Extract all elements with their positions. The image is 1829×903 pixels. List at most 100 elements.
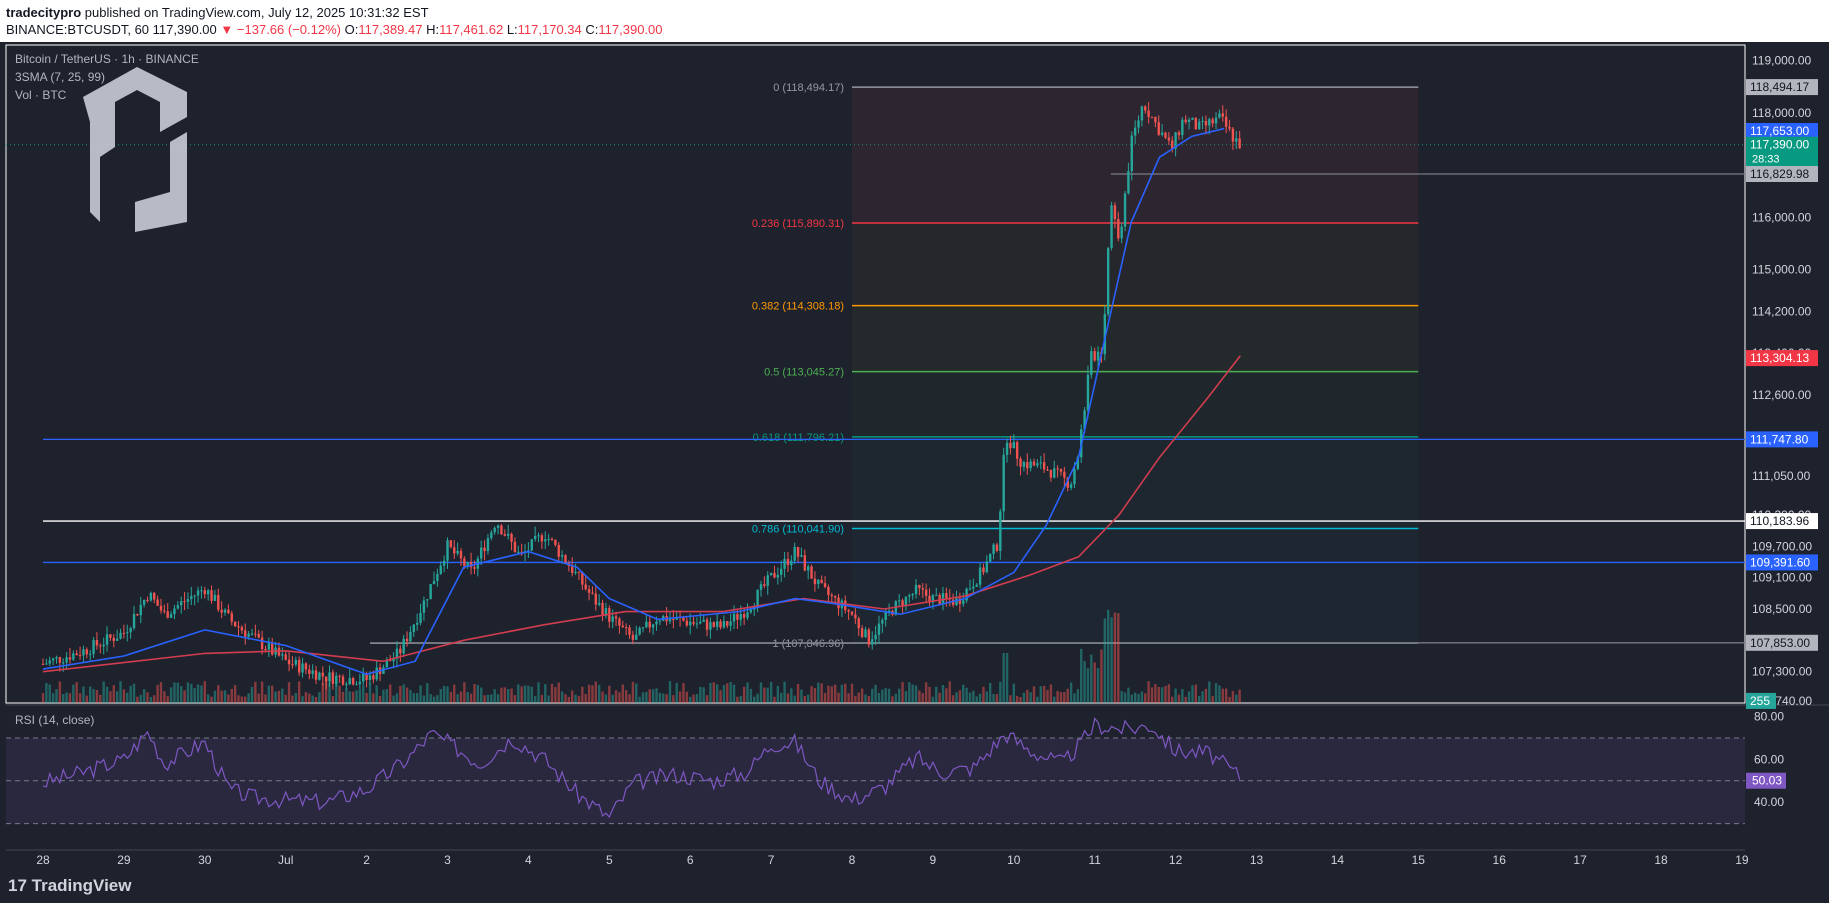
tv-logo-mark: 17: [8, 876, 32, 895]
volume-bar: [271, 685, 274, 703]
volume-bar: [1063, 692, 1066, 703]
candle-body: [206, 590, 210, 595]
chart-canvas[interactable]: 0 (118,494.17) 0.236 (115,890.31) 0.382 (1…: [0, 0, 1829, 870]
volume-bar: [533, 696, 537, 703]
volume-bar: [1029, 692, 1032, 703]
price-tick-label: 114,200.00: [1752, 304, 1811, 318]
time-tick-label: 30: [198, 853, 212, 867]
volume-bar: [156, 684, 159, 703]
volume-bar: [351, 691, 355, 703]
volume-bar: [409, 689, 412, 703]
candle-body: [318, 672, 321, 680]
volume-bar: [473, 683, 476, 703]
candle-body: [1150, 116, 1154, 118]
candle-body: [1144, 106, 1147, 111]
volume-bar: [810, 686, 813, 703]
candle-body: [638, 628, 641, 635]
candle-body: [220, 609, 223, 613]
candle-body: [1133, 127, 1137, 136]
candle-body: [1093, 351, 1096, 361]
volume-bar: [237, 695, 240, 703]
volume-bar: [935, 686, 938, 703]
volume-bar: [887, 688, 891, 703]
volume-bar: [264, 694, 267, 703]
candle-body: [210, 590, 213, 601]
volume-bar: [419, 685, 422, 703]
fib-zone: [852, 436, 1419, 529]
candle-body: [1238, 138, 1241, 149]
time-tick-label: 17: [1573, 853, 1587, 867]
volume-bar: [274, 691, 277, 703]
volume-bar: [112, 685, 115, 703]
candle-body: [648, 621, 651, 628]
candle-body: [1201, 120, 1204, 122]
volume-bar: [537, 682, 540, 703]
candle-body: [436, 573, 439, 582]
volume-bar: [1144, 693, 1147, 703]
volume-bar: [962, 684, 965, 703]
candle-body: [989, 553, 992, 562]
volume-bar: [399, 685, 402, 703]
volume-bar: [466, 691, 469, 703]
candle-body: [1184, 119, 1187, 123]
candle-body: [297, 659, 301, 673]
volume-bar: [1211, 695, 1214, 703]
tradingview-logo[interactable]: 17 TradingView: [8, 876, 131, 896]
candle-body: [1019, 458, 1022, 467]
candle-body: [1059, 468, 1063, 472]
candle-body: [908, 595, 911, 597]
volume-bar: [938, 692, 941, 703]
volume-bar: [951, 695, 955, 703]
volume-bar: [1026, 689, 1029, 703]
candle-body: [857, 618, 860, 629]
candle-body: [183, 601, 186, 603]
candle-body: [850, 611, 854, 615]
candle-body: [1012, 442, 1015, 449]
legend-volume[interactable]: Vol · BTC: [15, 88, 66, 102]
volume-bar: [877, 693, 881, 703]
volume-bar: [854, 695, 857, 703]
volume-bar: [267, 685, 271, 703]
volume-bar: [392, 695, 395, 703]
fib-zone: [852, 371, 1419, 437]
candle-body: [153, 592, 156, 600]
volume-bar: [719, 690, 722, 703]
volume-bar: [540, 694, 544, 703]
candle-body: [453, 547, 456, 554]
volume-bar: [291, 695, 294, 703]
volume-bar: [766, 687, 769, 703]
time-tick-label: 11: [1088, 853, 1101, 867]
candle-body: [817, 579, 820, 585]
volume-bar: [608, 685, 611, 703]
candle-body: [260, 637, 264, 650]
candle-body: [439, 565, 442, 574]
candle-body: [584, 584, 587, 590]
volume-bar: [146, 692, 149, 703]
volume-bar: [793, 695, 796, 703]
price-tick-label: 119,000.00: [1752, 54, 1811, 68]
volume-bar: [833, 684, 837, 703]
candle-body: [169, 614, 173, 618]
candle-body: [102, 644, 105, 647]
volume-bar: [1012, 683, 1015, 703]
candle-body: [58, 657, 62, 663]
volume-bar: [193, 688, 196, 703]
candle-body: [854, 614, 857, 619]
price-tick-label: 107,300.00: [1752, 665, 1812, 679]
candle-body: [62, 662, 65, 664]
rsi-title[interactable]: RSI (14, close): [15, 713, 94, 727]
publisher-logo: [83, 67, 187, 232]
candle-body: [223, 609, 227, 613]
candle-body: [628, 627, 631, 635]
fib-level-label: 1 (107,846.96): [772, 638, 844, 650]
candle-body: [139, 604, 142, 616]
volume-bar: [672, 695, 675, 703]
volume-bar: [58, 681, 62, 703]
candle-body: [510, 533, 513, 542]
time-tick-label: 18: [1654, 853, 1668, 867]
volume-bar: [1137, 693, 1140, 703]
volume-bar: [624, 690, 628, 703]
volume-bar: [1181, 688, 1184, 703]
volume-bar: [1191, 685, 1194, 703]
fib-level-label: 0.618 (111,796.21): [753, 432, 844, 444]
